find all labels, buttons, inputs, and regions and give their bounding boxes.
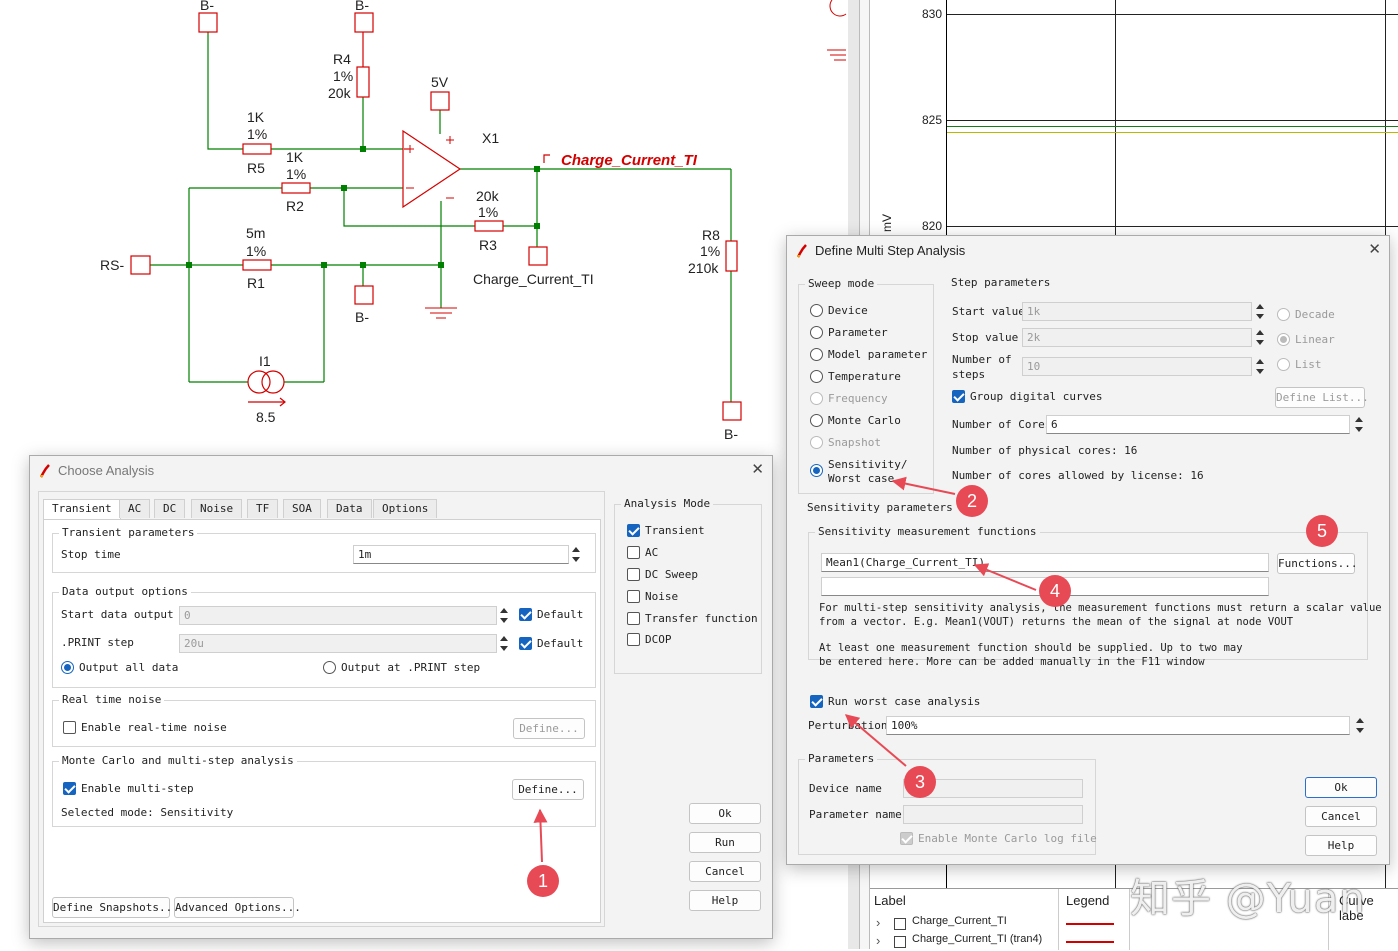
annotation-marker-4: 4 — [1039, 575, 1071, 607]
annotation-marker-1: 1 — [527, 865, 559, 897]
annotation-marker-2: 2 — [956, 485, 988, 517]
annotation-marker-3: 3 — [904, 766, 936, 798]
watermark-text: 知乎 @Yuan — [1130, 876, 1366, 922]
annotation-marker-5: 5 — [1306, 515, 1338, 547]
annotation-arrows — [533, 476, 1037, 863]
annotation-arrow-lines — [533, 476, 1037, 863]
